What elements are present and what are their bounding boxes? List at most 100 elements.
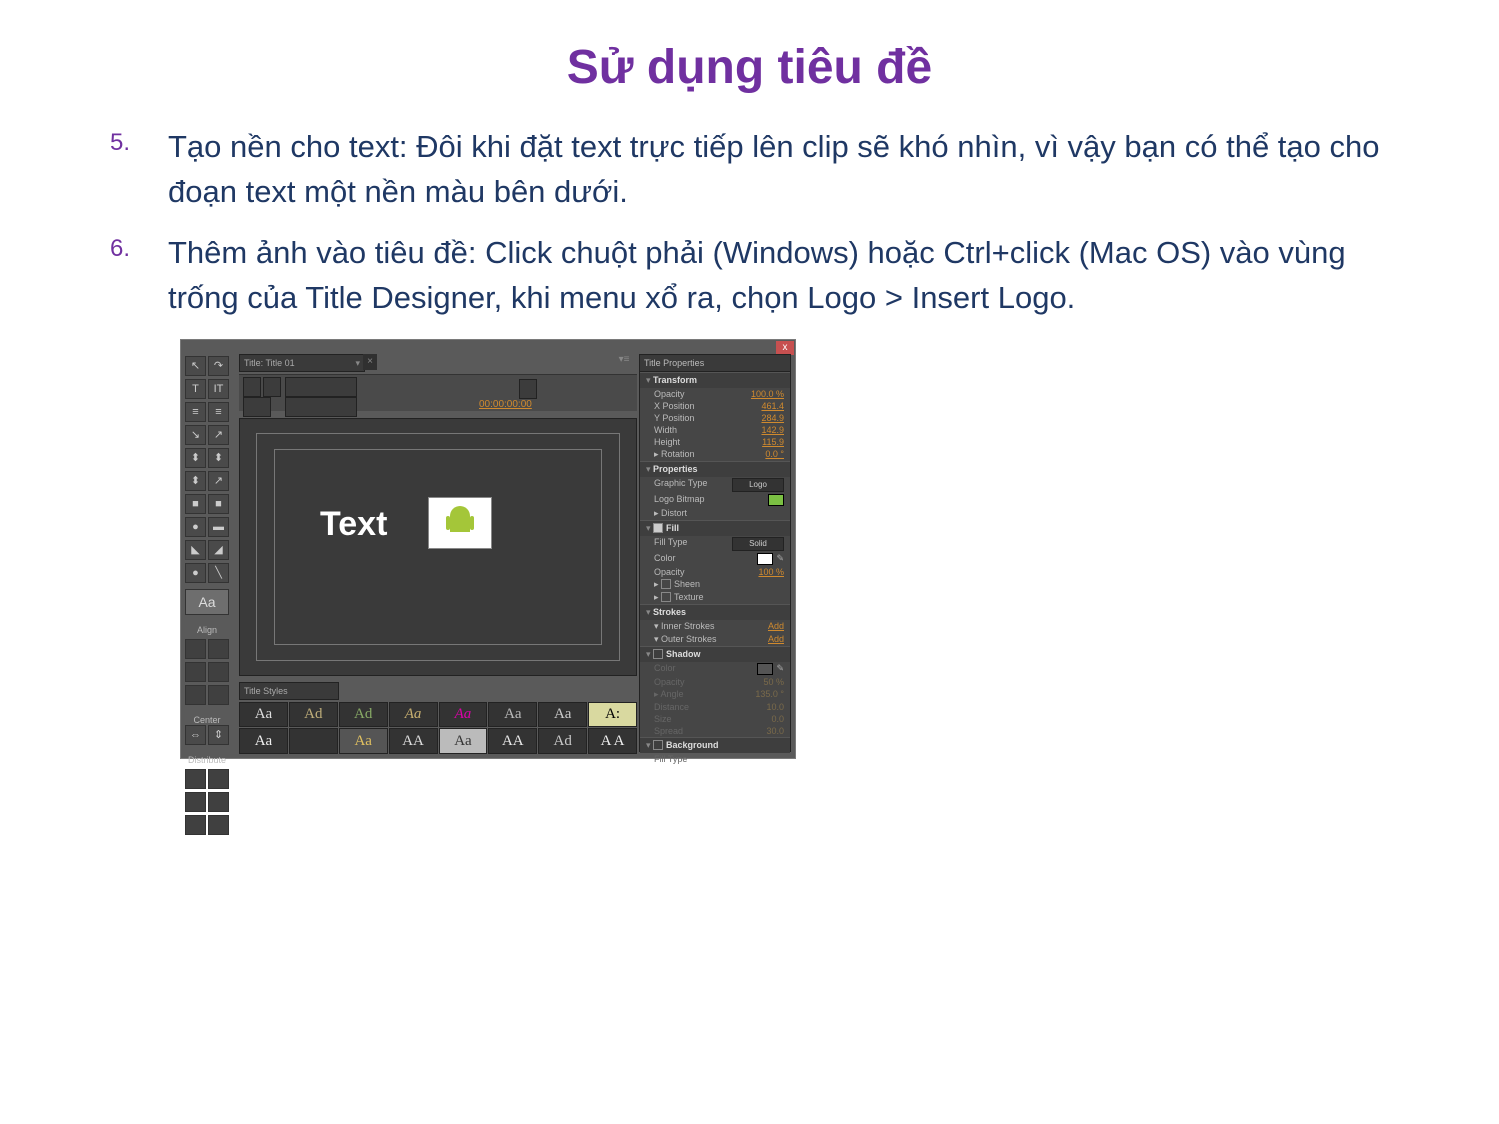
- distribute-button[interactable]: [208, 815, 229, 835]
- clippedrect-tool[interactable]: ▬: [208, 517, 229, 537]
- opacity-value[interactable]: 100.0 %: [751, 389, 784, 399]
- fill-opacity-value[interactable]: 100 %: [758, 567, 784, 577]
- graphic-type-select[interactable]: Logo: [732, 478, 784, 492]
- height-value[interactable]: 115.9: [762, 437, 784, 447]
- outer-strokes-add[interactable]: Add: [768, 634, 784, 645]
- shadow-size-label: Size: [654, 714, 672, 724]
- vpath-type-tool[interactable]: ↗: [208, 425, 229, 445]
- style-swatch[interactable]: A A: [588, 728, 637, 754]
- distribute-button[interactable]: [208, 792, 229, 812]
- shadow-section[interactable]: Shadow: [640, 646, 790, 662]
- list-text: Thêm ảnh vào tiêu đề: Click chuột phải (…: [168, 231, 1381, 321]
- center-v-button[interactable]: ⇕: [208, 725, 229, 745]
- logo-object[interactable]: [428, 497, 492, 549]
- title-properties-tab[interactable]: Title Properties: [640, 355, 790, 372]
- style-swatch[interactable]: AA: [389, 728, 438, 754]
- convert-point-tool[interactable]: ↗: [208, 471, 229, 491]
- list-number: 5.: [110, 125, 168, 215]
- timecode[interactable]: 00:00:00:00: [479, 399, 532, 410]
- style-swatch[interactable]: Ad: [538, 728, 587, 754]
- style-swatch[interactable]: Aa: [239, 702, 288, 728]
- texture-checkbox[interactable]: [661, 592, 671, 602]
- show-video-toggle[interactable]: [519, 379, 537, 399]
- new-title-button[interactable]: [243, 377, 261, 397]
- style-swatch[interactable]: [289, 728, 338, 754]
- font-select[interactable]: [285, 397, 357, 417]
- area-type-tool[interactable]: ≡: [185, 402, 206, 422]
- fill-type-select[interactable]: Solid: [732, 537, 784, 551]
- title-tab[interactable]: Title: Title 01▾: [239, 354, 365, 372]
- style-swatch[interactable]: Aa: [239, 728, 288, 754]
- properties-section[interactable]: Properties: [640, 461, 790, 477]
- title-text-object[interactable]: Text: [320, 505, 387, 544]
- fill-section[interactable]: Fill: [640, 520, 790, 536]
- tab-close-icon[interactable]: ×: [363, 354, 377, 370]
- rotate-tool[interactable]: ↷: [208, 356, 229, 376]
- arc-tool[interactable]: ◢: [208, 540, 229, 560]
- select-tool[interactable]: ↖: [185, 356, 206, 376]
- align-left-button[interactable]: [185, 639, 206, 659]
- line-tool[interactable]: ╲: [208, 563, 229, 583]
- varea-type-tool[interactable]: ≡: [208, 402, 229, 422]
- distort-section[interactable]: ▸ Distort: [654, 508, 687, 519]
- style-swatch[interactable]: Ad: [289, 702, 338, 728]
- align-top-button[interactable]: [208, 662, 229, 682]
- sheen-section[interactable]: ▸ Sheen: [654, 579, 700, 590]
- template-button[interactable]: [285, 377, 357, 397]
- title-properties-panel: Title Properties Transform Opacity 100.0 …: [639, 354, 791, 752]
- style-swatch[interactable]: Aa: [439, 728, 488, 754]
- style-swatch[interactable]: Aa: [339, 728, 388, 754]
- circle-tool[interactable]: ●: [185, 563, 206, 583]
- style-swatch[interactable]: Aa: [538, 702, 587, 728]
- font-menu[interactable]: [243, 397, 271, 417]
- del-point-tool[interactable]: ⬍: [185, 471, 206, 491]
- background-checkbox[interactable]: [653, 740, 663, 750]
- add-point-tool[interactable]: ⬍: [208, 448, 229, 468]
- texture-section[interactable]: ▸ Texture: [654, 592, 704, 603]
- strokes-section[interactable]: Strokes: [640, 604, 790, 620]
- fill-checkbox[interactable]: [653, 523, 663, 533]
- shadow-checkbox[interactable]: [653, 649, 663, 659]
- xposition-value[interactable]: 461.4: [761, 401, 784, 411]
- title-styles-tab[interactable]: Title Styles: [239, 682, 339, 700]
- vtype-tool[interactable]: IT: [208, 379, 229, 399]
- align-vcenter-button[interactable]: [185, 685, 206, 705]
- center-h-button[interactable]: ⇔: [185, 725, 206, 745]
- fill-color-swatch[interactable]: ✎: [757, 553, 784, 565]
- title-canvas[interactable]: Text: [239, 418, 637, 676]
- distribute-button[interactable]: [185, 815, 206, 835]
- distribute-button[interactable]: [185, 792, 206, 812]
- sheen-checkbox[interactable]: [661, 579, 671, 589]
- background-section[interactable]: Background: [640, 737, 790, 753]
- close-icon[interactable]: x: [776, 341, 794, 355]
- style-swatch[interactable]: Aa: [439, 702, 488, 728]
- style-swatch[interactable]: A:: [588, 702, 637, 728]
- ellipse-tool[interactable]: ●: [185, 517, 206, 537]
- type-tool[interactable]: T: [185, 379, 206, 399]
- style-swatch[interactable]: AA: [488, 728, 537, 754]
- transform-section[interactable]: Transform: [640, 372, 790, 388]
- rotation-value[interactable]: 0.0 °: [765, 449, 784, 460]
- roll-options-button[interactable]: [263, 377, 281, 397]
- panel-menu-icon[interactable]: ▾≡: [616, 354, 632, 368]
- inner-strokes-add[interactable]: Add: [768, 621, 784, 632]
- yposition-value[interactable]: 284.9: [761, 413, 784, 423]
- roundrect-tool[interactable]: ■: [208, 494, 229, 514]
- align-right-button[interactable]: [185, 662, 206, 682]
- distribute-button[interactable]: [208, 769, 229, 789]
- path-type-tool[interactable]: ↘: [185, 425, 206, 445]
- logo-bitmap-swatch[interactable]: [768, 494, 784, 506]
- wedge-tool[interactable]: ◣: [185, 540, 206, 560]
- style-swatch[interactable]: Aa: [389, 702, 438, 728]
- rect-tool[interactable]: ■: [185, 494, 206, 514]
- styles-preview-icon[interactable]: Aa: [185, 589, 229, 615]
- distribute-button[interactable]: [185, 769, 206, 789]
- align-hcenter-button[interactable]: [208, 639, 229, 659]
- shadow-opacity-value: 50 %: [763, 677, 784, 687]
- style-swatch[interactable]: Aa: [488, 702, 537, 728]
- align-bottom-button[interactable]: [208, 685, 229, 705]
- pen-tool[interactable]: ⬍: [185, 448, 206, 468]
- opacity-label: Opacity: [654, 389, 685, 399]
- style-swatch[interactable]: Ad: [339, 702, 388, 728]
- width-value[interactable]: 142.9: [761, 425, 784, 435]
